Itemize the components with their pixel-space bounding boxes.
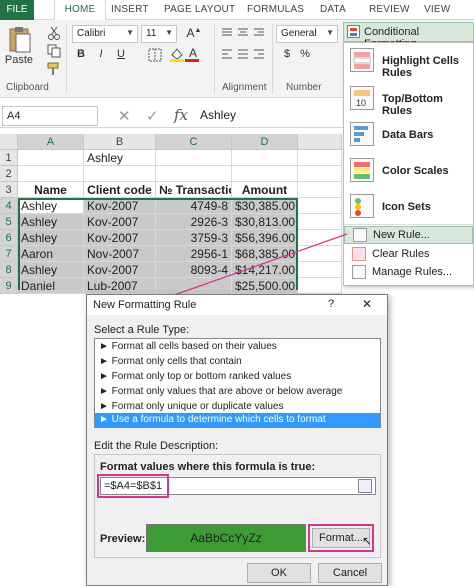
help-button[interactable]: ? xyxy=(328,298,334,310)
select-rule-type-label: Select a Rule Type: xyxy=(94,324,190,336)
rule-type-item[interactable]: ► Format only unique or duplicate values xyxy=(95,400,380,414)
rule-type-item-selected[interactable]: ► Use a formula to determine which cells… xyxy=(95,413,380,427)
dialog-title: New Formatting Rule xyxy=(87,295,387,315)
close-icon[interactable]: ✕ xyxy=(362,297,372,311)
ok-button[interactable]: OK xyxy=(247,563,311,583)
formula-label: Format values where this formula is true… xyxy=(100,461,316,473)
rule-type-item[interactable]: ► Format only cells that contain xyxy=(95,355,380,369)
formula-highlight xyxy=(97,474,169,498)
rule-type-item[interactable]: ► Format only values that are above or b… xyxy=(95,385,380,399)
range-select-icon[interactable] xyxy=(358,479,372,493)
rule-type-item[interactable]: ► Format all cells based on their values xyxy=(95,340,380,354)
preview-box: AaBbCcYyZz xyxy=(146,524,306,552)
preview-label: Preview: xyxy=(100,533,146,545)
edit-rule-label: Edit the Rule Description: xyxy=(94,440,219,452)
cursor-icon: ↖ xyxy=(362,534,373,548)
rule-type-item[interactable]: ► Format only top or bottom ranked value… xyxy=(95,370,380,384)
cancel-button[interactable]: Cancel xyxy=(318,563,382,583)
